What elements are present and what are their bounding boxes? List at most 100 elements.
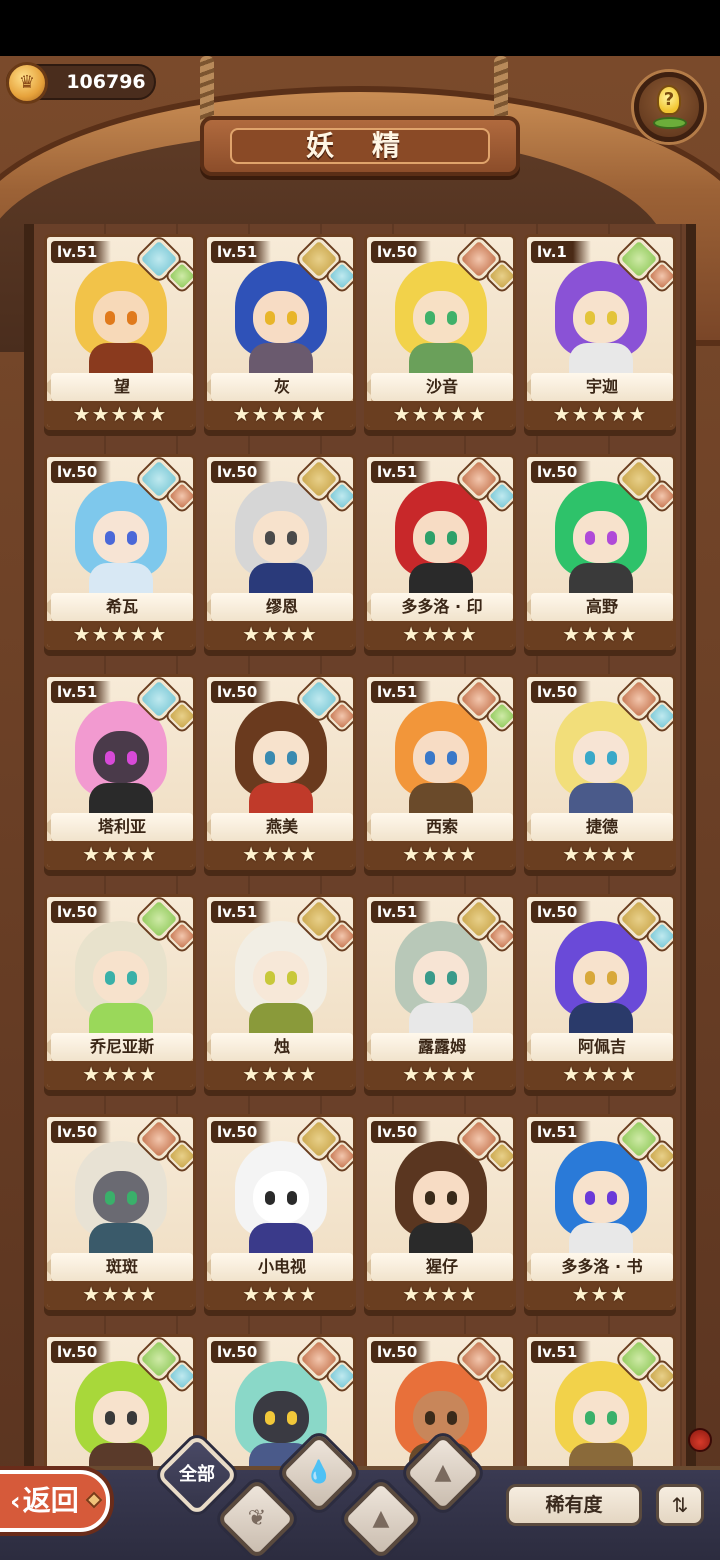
sort-order-icon: ⇅	[671, 1493, 689, 1517]
fairy-level: lv.51	[531, 1341, 591, 1363]
fairy-card-body: lv.51 望 ★★★★★	[44, 234, 196, 430]
fairy-name: 烛	[207, 1033, 353, 1061]
lightbulb-icon: ?	[657, 85, 681, 115]
fairy-name: 灰	[207, 373, 353, 401]
star-rating: ★★★★	[527, 841, 673, 867]
fairy-card-body: lv.51 烛 ★★★★	[204, 894, 356, 1090]
fairy-card[interactable]: lv.1 宇迦 ★★★★★	[524, 234, 676, 438]
fairy-card[interactable]: lv.50 高野 ★★★★	[524, 454, 676, 658]
fairy-card[interactable]: lv.50 阿佩吉 ★★★★	[524, 894, 676, 1098]
fairy-card[interactable]: lv.50 希瓦 ★★★★★	[44, 454, 196, 658]
fairy-card-body: lv.50 希瓦 ★★★★★	[44, 454, 196, 650]
back-button[interactable]: ‹返回	[0, 1470, 110, 1532]
fairy-card[interactable]: lv.50 小电视 ★★★★	[204, 1114, 356, 1318]
fairy-card-body: lv.50 沙音 ★★★★★	[364, 234, 516, 430]
fairy-level: lv.51	[211, 241, 271, 263]
hint-button[interactable]: ?	[634, 72, 704, 142]
diamond-icon	[85, 1491, 103, 1509]
fairy-card[interactable]: lv.51 多多洛 · 书 ★★★	[524, 1114, 676, 1318]
fairy-level: lv.50	[371, 1341, 431, 1363]
fairy-card[interactable]: lv.51 多多洛 · 印 ★★★★	[364, 454, 516, 658]
filter-all-label: 全部	[179, 1464, 215, 1485]
volcano-icon: ▲	[434, 1460, 452, 1485]
star-rating: ★★★★	[367, 1061, 513, 1087]
fairy-card[interactable]: lv.50 乔尼亚斯 ★★★★	[44, 894, 196, 1098]
fairy-card[interactable]: lv.50 斑斑 ★★★★	[44, 1114, 196, 1318]
fairy-card[interactable]: lv.50 猩仔 ★★★★	[364, 1114, 516, 1318]
fairy-name: 希瓦	[47, 593, 193, 621]
star-rating: ★★★★	[527, 621, 673, 647]
fairy-card[interactable]: lv.50 缪恩 ★★★★	[204, 454, 356, 658]
star-rating: ★★★★	[207, 621, 353, 647]
fairy-name: 斑斑	[47, 1253, 193, 1281]
star-rating: ★★★★	[47, 1061, 193, 1087]
star-rating: ★★★★	[207, 841, 353, 867]
water-drop-icon: 💧	[305, 1460, 333, 1485]
fairy-card[interactable]: lv.51 望 ★★★★★	[44, 234, 196, 438]
fairy-name: 宇迦	[527, 373, 673, 401]
fairy-level: lv.51	[371, 901, 431, 923]
star-rating: ★★★★★	[527, 401, 673, 427]
fairy-card[interactable]: lv.51 西索 ★★★★	[364, 674, 516, 878]
currency-display: ♛ 106796	[6, 62, 156, 104]
star-rating: ★★★★	[527, 1061, 673, 1087]
fairy-level: lv.50	[371, 1121, 431, 1143]
fairy-name: 捷德	[527, 813, 673, 841]
fairy-card-body: lv.51 塔利亚 ★★★★	[44, 674, 196, 870]
fairy-name: 阿佩吉	[527, 1033, 673, 1061]
rarity-sort-button[interactable]: 稀有度	[506, 1484, 642, 1526]
title-board: 妖 精	[200, 116, 520, 176]
status-bar	[0, 0, 720, 56]
fairy-card[interactable]: lv.51 露露姆 ★★★★	[364, 894, 516, 1098]
fairy-level: lv.50	[51, 461, 111, 483]
fairy-card-body: lv.50 小电视 ★★★★	[204, 1114, 356, 1310]
fairy-name: 多多洛 · 书	[527, 1253, 673, 1281]
fairy-card-body: lv.51 露露姆 ★★★★	[364, 894, 516, 1090]
ladybug-icon	[688, 1428, 712, 1452]
fairy-name: 多多洛 · 印	[367, 593, 513, 621]
sprout-icon: ❦	[247, 1506, 267, 1531]
fairy-name: 缪恩	[207, 593, 353, 621]
star-rating: ★★★★	[367, 841, 513, 867]
fairy-card-body: lv.51 多多洛 · 书 ★★★	[524, 1114, 676, 1310]
fairy-level: lv.50	[211, 681, 271, 703]
fairy-card-body: lv.1 宇迦 ★★★★★	[524, 234, 676, 430]
fairy-card-body: lv.50 燕美 ★★★★	[204, 674, 356, 870]
fairy-card[interactable]: lv.50 沙音 ★★★★★	[364, 234, 516, 438]
fairy-card-body: lv.51 西索 ★★★★	[364, 674, 516, 870]
fairy-card[interactable]: lv.50 捷德 ★★★★	[524, 674, 676, 878]
fairy-card[interactable]: lv.51 塔利亚 ★★★★	[44, 674, 196, 878]
star-rating: ★★★	[527, 1281, 673, 1307]
fairy-level: lv.50	[211, 1121, 271, 1143]
fairy-level: lv.50	[51, 901, 111, 923]
fairy-level: lv.51	[51, 241, 111, 263]
crown-coin-icon: ♛	[6, 62, 48, 104]
fairy-level: lv.50	[531, 681, 591, 703]
star-rating: ★★★★	[47, 1281, 193, 1307]
fairy-name: 塔利亚	[47, 813, 193, 841]
fairy-name: 猩仔	[367, 1253, 513, 1281]
fairy-grid: lv.51 望 ★★★★★ lv.51 灰 ★★★★★ lv.50 沙音 ★★★★★ lv.1 宇迦…	[24, 224, 696, 1530]
fairy-level: lv.50	[531, 461, 591, 483]
star-rating: ★★★★	[207, 1281, 353, 1307]
fairy-level: lv.50	[211, 1341, 271, 1363]
star-rating: ★★★★	[367, 1281, 513, 1307]
fairy-level: lv.50	[371, 241, 431, 263]
fairy-level: lv.1	[531, 241, 591, 263]
currency-value: 106796	[66, 71, 146, 93]
star-rating: ★★★★★	[207, 401, 353, 427]
fairy-card-body: lv.50 缪恩 ★★★★	[204, 454, 356, 650]
fairy-level: lv.50	[211, 461, 271, 483]
star-rating: ★★★★★	[47, 401, 193, 427]
fairy-name: 望	[47, 373, 193, 401]
fairy-level: lv.51	[371, 461, 431, 483]
fairy-card-body: lv.50 猩仔 ★★★★	[364, 1114, 516, 1310]
fairy-card[interactable]: lv.51 灰 ★★★★★	[204, 234, 356, 438]
sprout-icon	[653, 117, 687, 129]
fairy-card-body: lv.50 高野 ★★★★	[524, 454, 676, 650]
fairy-card[interactable]: lv.50 燕美 ★★★★	[204, 674, 356, 878]
sort-order-button[interactable]: ⇅	[656, 1484, 704, 1526]
fairy-level: lv.51	[51, 681, 111, 703]
fairy-card[interactable]: lv.51 烛 ★★★★	[204, 894, 356, 1098]
fairy-level: lv.50	[51, 1121, 111, 1143]
